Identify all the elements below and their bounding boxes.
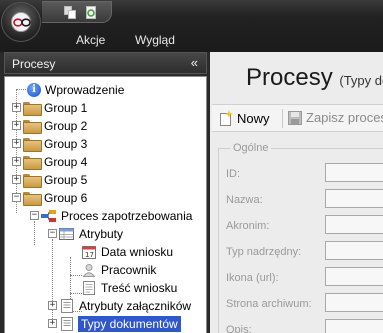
tree-item-label: Group 3 bbox=[44, 137, 88, 151]
tree-item-label: Atrybuty bbox=[79, 227, 124, 241]
menu-wyglad[interactable]: Wygląd bbox=[135, 33, 175, 47]
open-folder-icon bbox=[23, 192, 42, 206]
tree-item-group-2[interactable]: Group 2 bbox=[23, 117, 87, 135]
typ-nadrzedny-input[interactable] bbox=[325, 241, 383, 260]
field-label-opis: Opis: bbox=[226, 324, 252, 333]
field-label-typ-nadrzedny: Typ nadrzędny: bbox=[226, 246, 302, 258]
tree-item-label: Pracownik bbox=[101, 263, 157, 277]
folder-icon bbox=[23, 156, 42, 170]
user-icon bbox=[82, 264, 96, 277]
field-label-id: ID: bbox=[226, 168, 241, 180]
workflow-icon bbox=[41, 210, 56, 222]
akronim-input[interactable] bbox=[325, 215, 383, 234]
tree-item-label: Typy dokumentów bbox=[78, 316, 181, 332]
field-label-akronim: Akronim: bbox=[226, 220, 270, 232]
new-document-icon bbox=[220, 110, 233, 126]
info-icon: i bbox=[27, 83, 41, 97]
save-process-button[interactable]: Zapisz proces bbox=[288, 110, 383, 125]
tree-item-pracownik[interactable]: Pracownik bbox=[81, 261, 156, 279]
tree-item-label: Data wniosku bbox=[101, 245, 174, 259]
strona-archiwum-input[interactable] bbox=[325, 293, 383, 312]
table-icon bbox=[59, 228, 74, 240]
expand-toggle[interactable]: + bbox=[12, 103, 21, 112]
app-logo-icon bbox=[11, 12, 31, 32]
general-form: Ogólne ID: Nazwa: Akronim: Typ nadrzędny… bbox=[216, 136, 383, 333]
tree-item-label: Wprowadzenie bbox=[45, 83, 125, 97]
save-process-label: Zapisz proces bbox=[306, 110, 383, 125]
expand-toggle[interactable]: + bbox=[48, 319, 57, 328]
tree-item-label: Treść wniosku bbox=[101, 281, 178, 295]
expand-toggle[interactable]: + bbox=[12, 139, 21, 148]
tree-item-group-5[interactable]: Group 5 bbox=[23, 171, 87, 189]
field-label-ikona-url: Ikona (url): bbox=[226, 272, 279, 284]
tree-item-label: Atrybuty załączników bbox=[79, 299, 192, 313]
attachment-list-icon bbox=[61, 299, 73, 313]
collapse-toggle[interactable]: − bbox=[12, 193, 21, 202]
expand-toggle[interactable]: + bbox=[12, 175, 21, 184]
folder-icon bbox=[23, 102, 42, 116]
folder-icon bbox=[23, 120, 42, 134]
tree-item-label: Proces zapotrzebowania bbox=[61, 209, 193, 223]
field-label-strona-archiwum: Strona archiwum: bbox=[226, 298, 312, 310]
nazwa-input[interactable] bbox=[325, 189, 383, 208]
tree-item-data-wniosku[interactable]: 17 Data wniosku bbox=[81, 243, 173, 261]
save-icon bbox=[288, 110, 302, 125]
tree-item-proces-zapotrzebowania[interactable]: Proces zapotrzebowania bbox=[41, 207, 192, 225]
collapse-toggle[interactable]: − bbox=[30, 211, 39, 220]
tree-item-group-1[interactable]: Group 1 bbox=[23, 99, 87, 117]
main-panel: Procesy (Typy do Nowy Zapisz proces Ogól… bbox=[207, 52, 383, 333]
expand-toggle[interactable]: + bbox=[48, 301, 57, 310]
tree-item-group-3[interactable]: Group 3 bbox=[23, 135, 87, 153]
tree-item-label: Group 1 bbox=[44, 101, 88, 115]
toolbar: Nowy Zapisz proces bbox=[212, 104, 383, 132]
tree-connector bbox=[34, 221, 35, 245]
tree-item-tresc-wniosku[interactable]: Treść wniosku bbox=[81, 279, 177, 297]
tree-connector bbox=[16, 89, 26, 90]
folder-icon bbox=[23, 138, 42, 152]
app-menu-button[interactable] bbox=[1, 2, 41, 42]
expand-toggle[interactable]: + bbox=[12, 157, 21, 166]
id-input[interactable] bbox=[325, 163, 383, 182]
tree-item-label: Group 6 bbox=[44, 191, 88, 205]
page-title-text: Procesy bbox=[246, 64, 333, 91]
collapse-toggle[interactable]: − bbox=[48, 229, 57, 238]
svg-text:17: 17 bbox=[85, 251, 94, 259]
document-type-icon bbox=[61, 317, 73, 331]
opis-input[interactable] bbox=[325, 319, 383, 333]
process-sidebar: Procesy « i Wprowadzenie + Group 1 + Gro… bbox=[0, 52, 207, 333]
toolbar-separator bbox=[282, 109, 283, 128]
general-group-label: Ogólne bbox=[230, 142, 272, 154]
quick-access-toolbar bbox=[42, 1, 112, 23]
page-title: Procesy (Typy do bbox=[246, 64, 383, 92]
tree-item-label: Group 4 bbox=[44, 155, 88, 169]
tree-item-atrybuty-zalacznikow[interactable]: Atrybuty załączników bbox=[59, 297, 191, 315]
tree-item-group-4[interactable]: Group 4 bbox=[23, 153, 87, 171]
refresh-document-icon[interactable] bbox=[85, 6, 97, 19]
tree-item-group-6[interactable]: Group 6 bbox=[23, 189, 87, 207]
tree-item-atrybuty[interactable]: Atrybuty bbox=[59, 225, 123, 243]
collapse-sidebar-button[interactable]: « bbox=[191, 55, 198, 70]
page-subtitle: (Typy do bbox=[339, 73, 383, 88]
ribbon-bar: Akcje Wygląd bbox=[0, 0, 383, 56]
tree-item-label: Group 2 bbox=[44, 119, 88, 133]
process-tree: i Wprowadzenie + Group 1 + Group 2 + Gro… bbox=[4, 76, 207, 333]
text-field-icon bbox=[83, 281, 95, 295]
ikona-url-input[interactable] bbox=[325, 267, 383, 286]
sidebar-title: Procesy bbox=[12, 57, 56, 71]
tree-connector bbox=[52, 239, 53, 327]
tree-item-typy-dokumentow[interactable]: Typy dokumentów bbox=[59, 315, 181, 333]
sidebar-header: Procesy « bbox=[4, 52, 207, 74]
field-label-nazwa: Nazwa: bbox=[226, 194, 263, 206]
tree-item-label: Group 5 bbox=[44, 173, 88, 187]
new-button[interactable]: Nowy bbox=[218, 110, 270, 126]
new-button-label: Nowy bbox=[237, 110, 270, 126]
copy-icon[interactable] bbox=[64, 6, 76, 19]
folder-icon bbox=[23, 174, 42, 188]
calendar-icon: 17 bbox=[82, 246, 96, 259]
menu-akcje[interactable]: Akcje bbox=[76, 33, 105, 47]
expand-toggle[interactable]: + bbox=[12, 121, 21, 130]
tree-item-wprowadzenie[interactable]: i Wprowadzenie bbox=[27, 81, 124, 99]
